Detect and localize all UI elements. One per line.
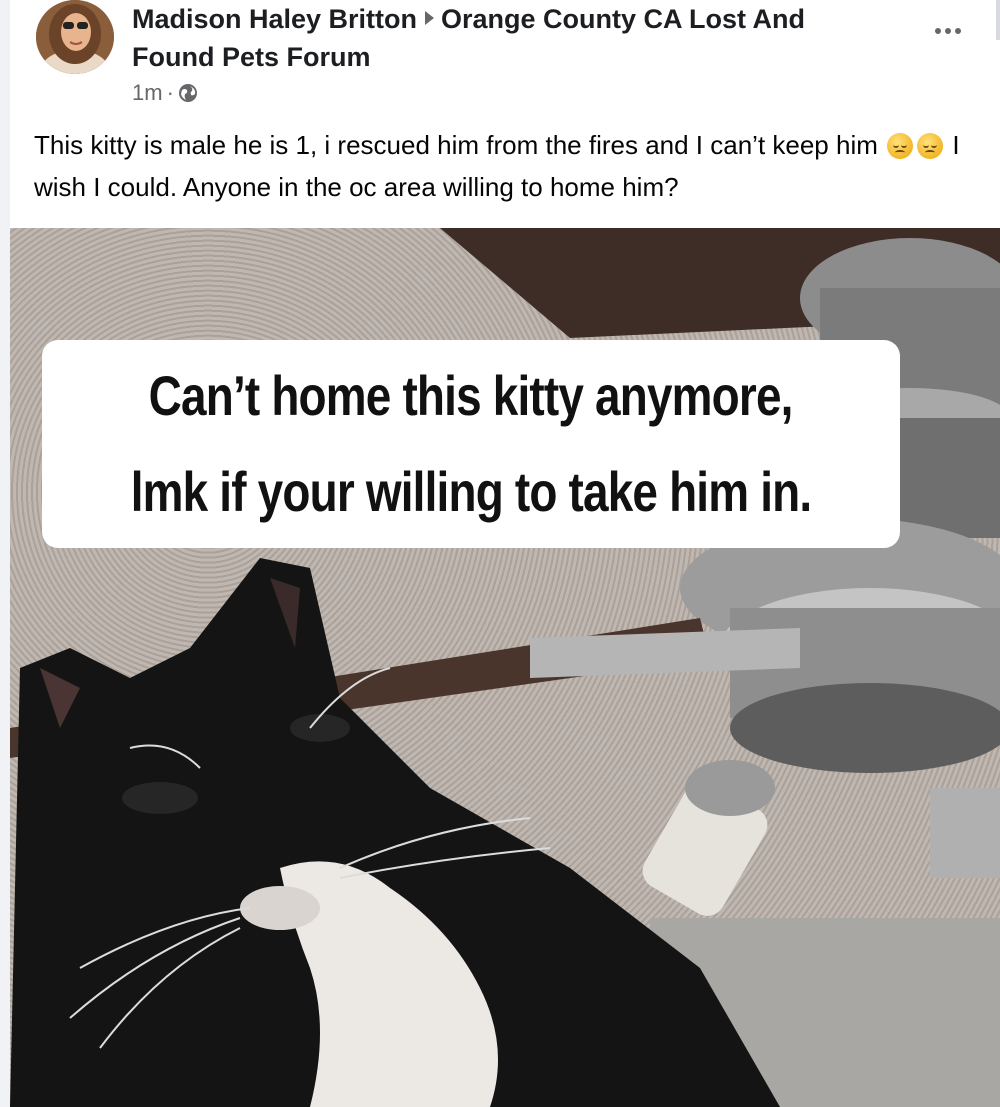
author-avatar[interactable] bbox=[36, 0, 114, 74]
globe-icon[interactable] bbox=[178, 83, 198, 103]
caption-line-2: lmk if your willing to take him in. bbox=[130, 460, 812, 523]
author-name[interactable]: Madison Haley Britton bbox=[132, 4, 417, 34]
more-options-icon[interactable] bbox=[928, 16, 968, 46]
feed-post: Madison Haley Britton Orange County CA Lo… bbox=[10, 0, 1000, 1107]
scrollbar[interactable] bbox=[996, 0, 1000, 40]
post-photo[interactable]: Can’t home this kitty anymore, lmk if yo… bbox=[10, 228, 1000, 1107]
photo-caption-overlay: Can’t home this kitty anymore, lmk if yo… bbox=[42, 340, 900, 548]
meta-separator: · bbox=[166, 80, 174, 105]
post-body: This kitty is male he is 1, i rescued hi… bbox=[34, 124, 974, 208]
post-meta: 1m · bbox=[132, 78, 198, 108]
post-timestamp[interactable]: 1m bbox=[132, 80, 163, 106]
post-header-title: Madison Haley Britton Orange County CA Lo… bbox=[132, 0, 892, 76]
caption-line-1: Can’t home this kitty anymore, bbox=[149, 364, 794, 427]
post-text-part1: This kitty is male he is 1, i rescued hi… bbox=[34, 130, 878, 160]
caret-right-icon bbox=[425, 11, 435, 25]
disappointed-face-emoji-icon bbox=[917, 133, 944, 159]
disappointed-face-emoji-icon bbox=[887, 133, 914, 159]
